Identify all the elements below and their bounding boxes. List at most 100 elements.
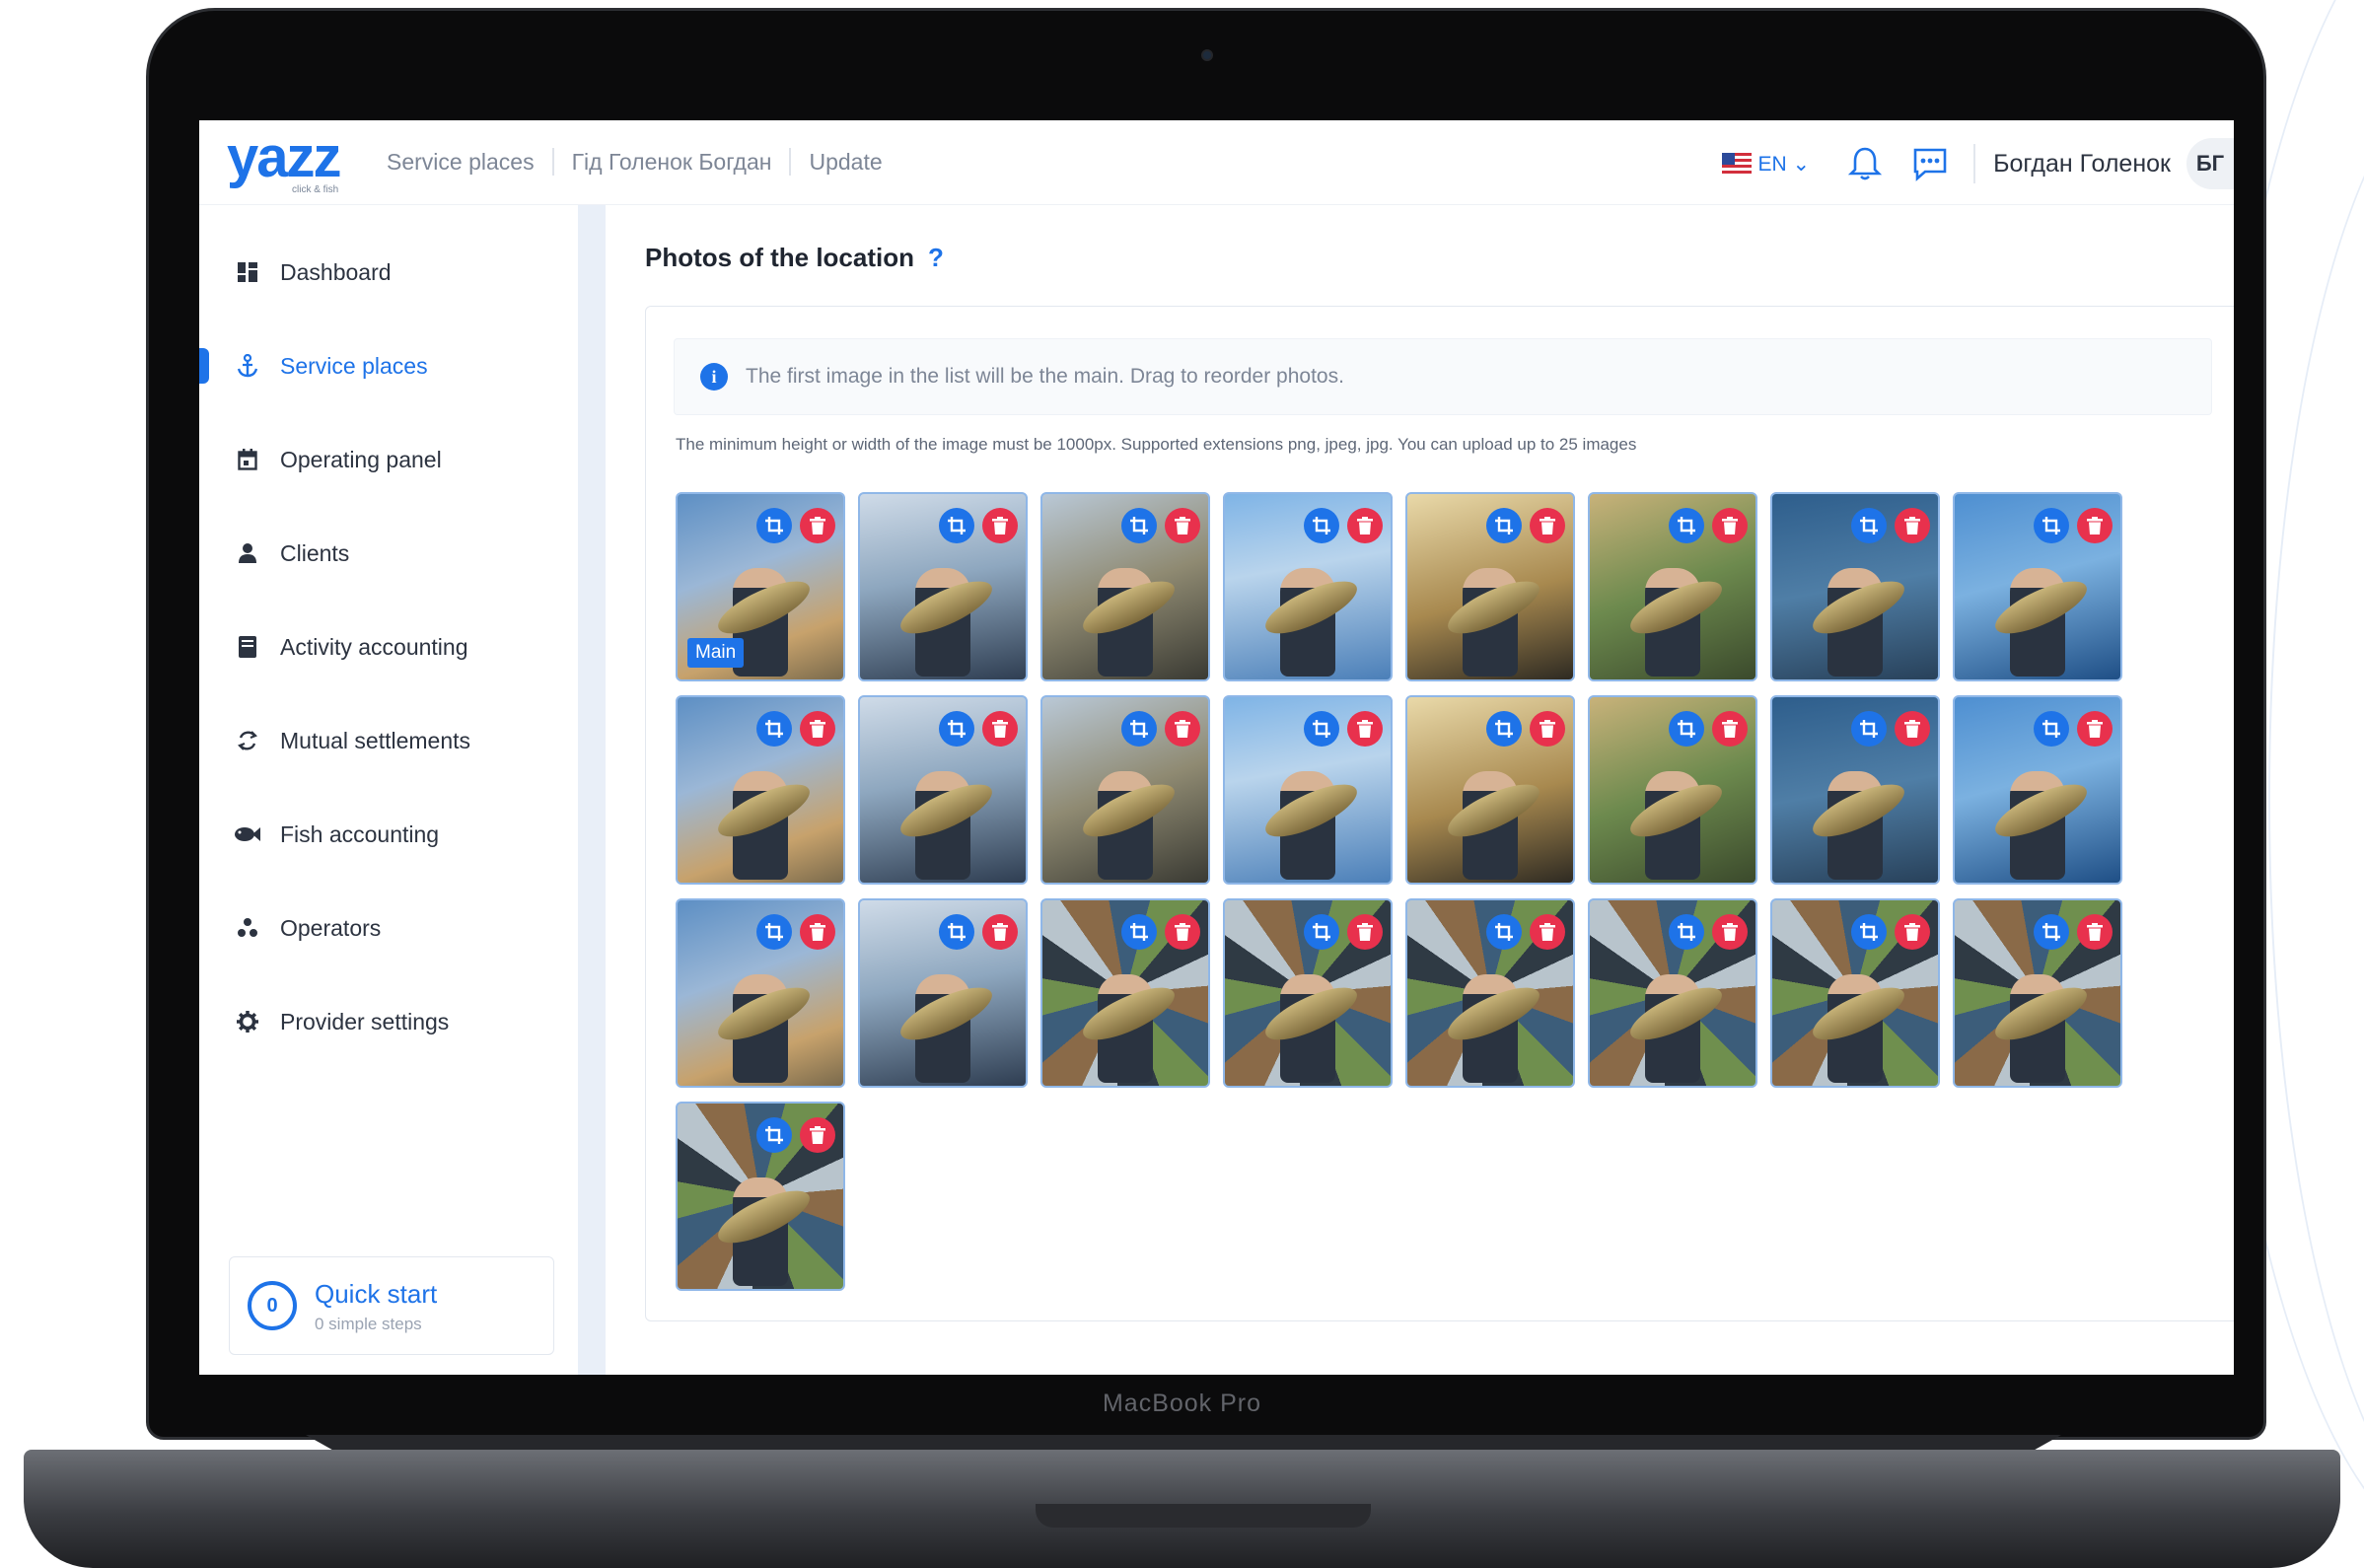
crop-button[interactable] (1486, 914, 1522, 950)
photo-tile[interactable] (858, 695, 1028, 885)
photo-tile[interactable]: Main (676, 492, 845, 681)
crop-button[interactable] (756, 508, 792, 543)
crop-button[interactable] (756, 711, 792, 747)
trash-icon (2087, 517, 2103, 535)
quick-start-title: Quick start (315, 1279, 438, 1309)
crop-button[interactable] (939, 711, 974, 747)
crop-button[interactable] (1669, 914, 1704, 950)
crop-button[interactable] (939, 508, 974, 543)
photo-tile[interactable] (1223, 898, 1393, 1088)
sidebar-item-label: Operators (280, 914, 382, 941)
delete-button[interactable] (2077, 711, 2113, 747)
photo-tile[interactable] (858, 898, 1028, 1088)
delete-button[interactable] (800, 914, 835, 950)
photo-tile[interactable] (1223, 695, 1393, 885)
delete-button[interactable] (1347, 914, 1383, 950)
photo-tile[interactable] (1040, 898, 1210, 1088)
crop-button[interactable] (1851, 914, 1887, 950)
avatar[interactable]: БГ (2186, 138, 2234, 189)
crop-button[interactable] (1669, 508, 1704, 543)
sidebar-item-mutual-settlements[interactable]: Mutual settlements (199, 711, 578, 770)
photo-tile[interactable] (1040, 492, 1210, 681)
quick-start-card[interactable]: 0 Quick start 0 simple steps (229, 1256, 554, 1355)
crop-button[interactable] (1851, 508, 1887, 543)
delete-button[interactable] (2077, 914, 2113, 950)
delete-button[interactable] (1895, 914, 1930, 950)
photo-tile[interactable] (1953, 695, 2122, 885)
delete-button[interactable] (1165, 914, 1200, 950)
delete-button[interactable] (1165, 508, 1200, 543)
crop-button[interactable] (1121, 914, 1157, 950)
photo-tile[interactable] (1770, 695, 1940, 885)
delete-button[interactable] (1712, 508, 1748, 543)
photo-tile[interactable] (1223, 492, 1393, 681)
photo-tile[interactable] (1405, 695, 1575, 885)
sidebar-item-dashboard[interactable]: Dashboard (199, 243, 578, 302)
photo-tile[interactable] (676, 898, 845, 1088)
photo-tile[interactable] (676, 1102, 845, 1291)
delete-button[interactable] (1895, 711, 1930, 747)
photo-tile[interactable] (1588, 898, 1757, 1088)
sidebar-item-operators[interactable]: Operators (199, 898, 578, 958)
crop-button[interactable] (939, 914, 974, 950)
crop-button[interactable] (756, 1117, 792, 1153)
crop-button[interactable] (1304, 508, 1339, 543)
crop-button[interactable] (2034, 914, 2069, 950)
photo-tile[interactable] (1588, 492, 1757, 681)
crop-button[interactable] (1669, 711, 1704, 747)
photo-tile[interactable] (1588, 695, 1757, 885)
delete-button[interactable] (982, 508, 1018, 543)
language-selector[interactable]: EN ⌄ (1757, 152, 1810, 177)
photo-tile[interactable] (1953, 898, 2122, 1088)
delete-button[interactable] (2077, 508, 2113, 543)
photo-tile[interactable] (1040, 695, 1210, 885)
crop-button[interactable] (1304, 914, 1339, 950)
photo-tile[interactable] (1770, 898, 1940, 1088)
photo-tile[interactable] (1770, 492, 1940, 681)
upload-requirements: The minimum height or width of the image… (676, 435, 1637, 454)
delete-button[interactable] (1712, 914, 1748, 950)
sidebar-item-provider-settings[interactable]: Provider settings (199, 992, 578, 1051)
sidebar-item-operating-panel[interactable]: Operating panel (199, 430, 578, 489)
crop-button[interactable] (1121, 508, 1157, 543)
crop-button[interactable] (1121, 711, 1157, 747)
photo-tile[interactable] (1405, 898, 1575, 1088)
photo-tile[interactable] (676, 695, 845, 885)
photo-tile[interactable] (1405, 492, 1575, 681)
crop-button[interactable] (1851, 711, 1887, 747)
delete-button[interactable] (1712, 711, 1748, 747)
notifications-button[interactable] (1843, 142, 1887, 185)
sidebar-item-clients[interactable]: Clients (199, 524, 578, 583)
crop-button[interactable] (2034, 711, 2069, 747)
delete-button[interactable] (1347, 508, 1383, 543)
help-icon[interactable]: ? (928, 243, 944, 272)
delete-button[interactable] (1895, 508, 1930, 543)
photo-tile[interactable] (1953, 492, 2122, 681)
delete-button[interactable] (1530, 508, 1565, 543)
delete-button[interactable] (1530, 711, 1565, 747)
messages-button[interactable] (1908, 142, 1952, 185)
logo[interactable]: yazz click & fish (227, 129, 342, 196)
crop-button[interactable] (1486, 508, 1522, 543)
sidebar-item-fish-accounting[interactable]: Fish accounting (199, 805, 578, 864)
crop-button[interactable] (1486, 711, 1522, 747)
user-name[interactable]: Богдан Голенок (1993, 150, 2171, 178)
photo-tile[interactable] (858, 492, 1028, 681)
delete-button[interactable] (1530, 914, 1565, 950)
breadcrumb-item[interactable]: Service places (387, 149, 535, 176)
delete-button[interactable] (982, 914, 1018, 950)
top-right-controls: EN ⌄ Богдан Голенок БГ (1722, 138, 2234, 189)
delete-button[interactable] (800, 1117, 835, 1153)
sidebar-item-service-places[interactable]: Service places (199, 336, 578, 395)
stage: yazz click & fish Service places Гід Гол… (0, 0, 2364, 1568)
delete-button[interactable] (800, 508, 835, 543)
delete-button[interactable] (1347, 711, 1383, 747)
crop-button[interactable] (1304, 711, 1339, 747)
delete-button[interactable] (800, 711, 835, 747)
delete-button[interactable] (1165, 711, 1200, 747)
crop-button[interactable] (756, 914, 792, 950)
breadcrumb-item[interactable]: Гід Голенок Богдан (572, 149, 772, 176)
sidebar-item-activity-accounting[interactable]: Activity accounting (199, 617, 578, 677)
crop-button[interactable] (2034, 508, 2069, 543)
delete-button[interactable] (982, 711, 1018, 747)
